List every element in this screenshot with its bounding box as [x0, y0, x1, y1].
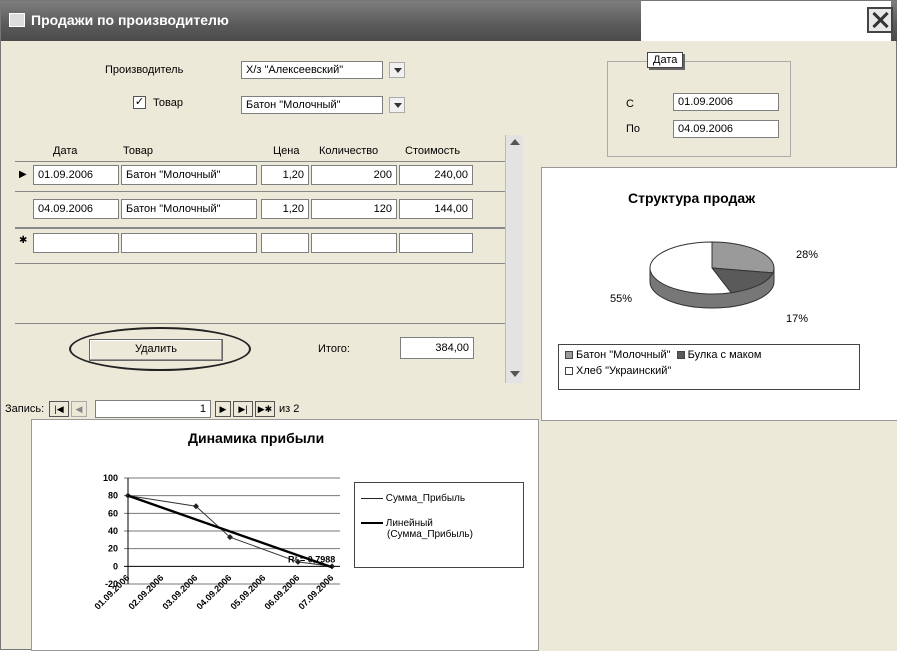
col-header-price: Цена [273, 145, 300, 157]
pie-slice [711, 241, 775, 274]
cell-price[interactable]: 1,20 [261, 165, 309, 185]
prev-record-icon[interactable]: ◀ [71, 401, 87, 417]
date-from-label: С [626, 98, 634, 110]
col-header-date: Дата [53, 145, 78, 157]
product-checkbox[interactable]: ✓ [133, 96, 146, 109]
y-tick-label: 40 [108, 526, 118, 536]
legend-trend-marker [361, 522, 383, 525]
cell-cost[interactable]: 240,00 [399, 165, 473, 185]
y-tick-label: 60 [108, 508, 118, 518]
cell-date[interactable]: 04.09.2006 [33, 199, 119, 219]
title-bar: Продажи по производителю [1, 1, 897, 41]
date-to-label: По [626, 123, 641, 135]
cell-price[interactable]: 1,20 [261, 199, 309, 219]
col-header-product: Товар [123, 145, 153, 157]
first-record-icon[interactable]: |◀ [49, 401, 69, 417]
pie-legend: Батон "Молочный" Булка с маком Хлеб "Укр… [558, 344, 860, 390]
record-label: Запись: [5, 403, 45, 415]
cell-qty[interactable]: 120 [311, 199, 397, 219]
product-label: Товар [153, 97, 183, 109]
legend-row: Линейный [361, 518, 517, 529]
cell-product[interactable]: Батон "Молочный" [121, 199, 257, 219]
cell-new-product[interactable] [121, 233, 257, 253]
cell-cost[interactable]: 144,00 [399, 199, 473, 219]
legend-line-marker [361, 497, 383, 499]
pie-chart-panel: Структура продаж 28% 55% 17% Батон "Моло… [541, 167, 897, 421]
pie-label-17: 17% [786, 313, 808, 325]
row-selector-icon[interactable]: ▶ [19, 169, 31, 180]
date-group-legend: Дата [647, 52, 684, 68]
legend-row: Хлеб "Украинский" [565, 365, 853, 377]
delete-button[interactable]: Удалить [89, 339, 223, 361]
new-row-icon[interactable]: ✱ [19, 235, 31, 246]
date-from-input[interactable]: 01.09.2006 [673, 93, 779, 111]
legend-item: (Сумма_Прибыль) [387, 529, 473, 540]
legend-row: Батон "Молочный" Булка с маком [565, 349, 853, 361]
cell-new-cost[interactable] [399, 233, 473, 253]
legend-row: Сумма_Прибыль [361, 493, 517, 504]
legend-swatch [565, 351, 573, 360]
x-tick-label: 03.09.2006 [160, 573, 199, 612]
producer-select[interactable]: Х/з "Алексеевский" [241, 61, 383, 79]
legend-item: Хлеб "Украинский" [576, 365, 672, 377]
empty-area [539, 421, 897, 651]
next-record-icon[interactable]: ▶ [215, 401, 231, 417]
form-window: Продажи по производителю Производитель Х… [0, 0, 897, 651]
scroll-up-icon[interactable] [510, 139, 520, 145]
cell-qty[interactable]: 200 [311, 165, 397, 185]
last-record-icon[interactable]: ▶| [233, 401, 253, 417]
x-tick-label: 04.09.2006 [194, 573, 233, 612]
y-tick-label: 0 [113, 561, 118, 571]
new-record-icon[interactable]: ▶✱ [255, 401, 275, 417]
cell-product[interactable]: Батон "Молочный" [121, 165, 257, 185]
col-header-cost: Стоимость [405, 145, 461, 157]
product-dropdown-icon[interactable] [389, 97, 405, 113]
producer-label: Производитель [105, 64, 184, 76]
producer-dropdown-icon[interactable] [389, 62, 405, 78]
x-tick-label: 02.09.2006 [126, 573, 165, 612]
col-header-qty: Количество [319, 145, 379, 157]
line-legend: Сумма_Прибыль Линейный (Сумма_Прибыль) [354, 482, 524, 568]
y-tick-label: 20 [108, 544, 118, 554]
window-title: Продажи по производителю [31, 12, 229, 28]
close-icon[interactable] [867, 7, 893, 33]
r-squared-label: R² = 0,7988 [288, 554, 335, 564]
scroll-down-icon[interactable] [510, 371, 520, 377]
row-divider [15, 191, 505, 192]
cell-new-date[interactable] [33, 233, 119, 253]
x-tick-label: 06.09.2006 [262, 573, 301, 612]
row-divider [15, 263, 505, 264]
record-count: из 2 [279, 403, 300, 415]
row-divider [15, 227, 505, 229]
date-to-input[interactable]: 04.09.2006 [673, 120, 779, 138]
y-tick-label: 80 [108, 491, 118, 501]
line-chart-panel: Динамика прибыли 100 80 60 40 20 0 -20 01.09.20… [31, 419, 539, 651]
total-label: Итого: [318, 343, 350, 355]
pie-label-55: 55% [610, 293, 632, 305]
cell-new-qty[interactable] [311, 233, 397, 253]
legend-item: Линейный [385, 518, 433, 529]
y-tick-label: 100 [103, 473, 118, 483]
x-tick-label: 07.09.2006 [296, 573, 335, 612]
total-value: 384,00 [400, 337, 474, 359]
product-select[interactable]: Батон "Молочный" [241, 96, 383, 114]
footer-divider [15, 323, 505, 324]
title-bar-blank [641, 1, 891, 41]
cell-date[interactable]: 01.09.2006 [33, 165, 119, 185]
legend-item: Булка с маком [687, 349, 762, 361]
legend-item: Батон "Молочный" [576, 349, 671, 361]
record-number[interactable]: 1 [95, 400, 211, 418]
header-divider [15, 161, 505, 162]
x-tick-label: 05.09.2006 [228, 573, 267, 612]
legend-item: Сумма_Прибыль [385, 493, 466, 504]
legend-swatch [565, 367, 573, 376]
form-icon [9, 13, 25, 27]
legend-swatch [676, 351, 685, 360]
table-scrollbar[interactable] [505, 135, 523, 383]
pie-label-28: 28% [796, 249, 818, 261]
cell-new-price[interactable] [261, 233, 309, 253]
